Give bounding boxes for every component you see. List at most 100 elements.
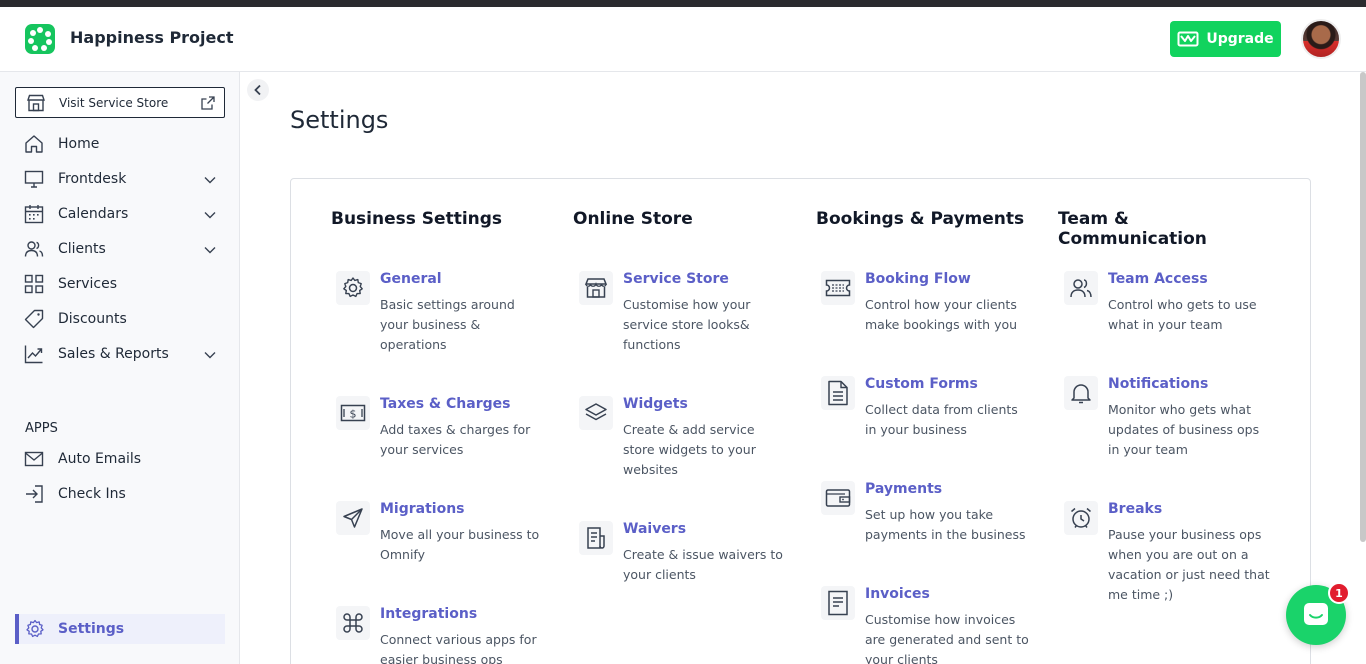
layers-icon [579,396,613,430]
tag-icon [24,309,44,329]
settings-item-title[interactable]: Migrations [380,501,465,517]
sidebar: Visit Service Store Home Frontdesk Calen… [0,72,240,664]
store-icon [27,94,45,112]
settings-item-description: Move all your business to Omnify [380,527,540,562]
settings-item-description: Connect various apps for easier business… [380,632,537,664]
app-title: Happiness Project [70,28,234,47]
settings-item-description: Control how your clients make bookings w… [865,297,1018,332]
mail-icon [24,451,44,467]
settings-item-description: Create & issue waivers to your clients [623,547,783,582]
ticket-icon [821,271,855,305]
settings-item-widgets[interactable]: Widgets Create & add service store widge… [579,396,799,486]
settings-item-general[interactable]: General Basic settings around your busin… [336,271,556,361]
sidebar-item-clients[interactable]: Clients [0,234,240,264]
settings-item-booking-flow[interactable]: Booking Flow Control how your clients ma… [821,271,1041,341]
gear-icon [336,271,370,305]
settings-item-waivers[interactable]: Waivers Create & issue waivers to your c… [579,521,799,591]
money-icon: $ [336,396,370,430]
document-icon [579,521,613,555]
command-icon [336,606,370,640]
gear-icon [26,619,44,638]
sidebar-item-label: Sales & Reports [58,346,169,362]
chevron-down-icon[interactable] [203,208,217,222]
sidebar-item-label: Settings [58,621,125,637]
users-icon [24,241,44,257]
collapse-sidebar-button[interactable] [247,79,269,101]
invoice-icon [821,586,855,620]
settings-item-title[interactable]: Service Store [623,271,729,287]
settings-item-description: Collect data from clients in your busine… [865,402,1018,437]
chart-icon [24,345,43,364]
chevron-down-icon[interactable] [203,243,217,257]
sidebar-item-discounts[interactable]: Discounts [0,304,240,334]
sidebar-item-label: Auto Emails [58,451,142,467]
settings-item-team-access[interactable]: Team Access Control who gets to use what… [1064,271,1284,341]
sidebar-item-auto-emails[interactable]: Auto Emails [0,444,240,474]
settings-card: Business Settings General Basic settings… [290,178,1311,664]
settings-item-title[interactable]: Taxes & Charges [380,396,510,412]
sidebar-item-label: Clients [58,241,106,257]
sidebar-item-home[interactable]: Home [0,129,240,159]
home-icon [25,135,43,153]
team-icon [1064,271,1098,305]
apps-section-label: APPS [25,421,58,436]
settings-item-taxes-charges[interactable]: $ Taxes & Charges Add taxes & charges fo… [336,396,556,466]
settings-item-title[interactable]: Breaks [1108,501,1162,517]
sidebar-item-label: Home [58,136,100,152]
settings-item-payments[interactable]: Payments Set up how you take payments in… [821,481,1041,551]
svg-text:$: $ [350,408,357,421]
visit-service-store-label: Visit Service Store [59,96,169,110]
settings-item-title[interactable]: Custom Forms [865,376,978,392]
settings-item-migrations[interactable]: Migrations Move all your business to Omn… [336,501,556,571]
sidebar-item-check-ins[interactable]: Check Ins [0,479,240,509]
settings-item-service-store[interactable]: Service Store Customise how your service… [579,271,799,361]
column-title-bookings-payments: Bookings & Payments [816,209,1025,229]
bell-icon [1064,376,1098,410]
sidebar-item-sales-reports[interactable]: Sales & Reports [0,339,240,369]
sidebar-item-calendars[interactable]: Calendars [0,199,240,229]
settings-item-description: Control who gets to use what in your tea… [1108,297,1257,332]
app-header: Happiness Project Upgrade [0,7,1366,72]
visit-service-store-button[interactable]: Visit Service Store [15,87,225,118]
chevron-down-icon[interactable] [203,173,217,187]
settings-item-title[interactable]: Integrations [380,606,477,622]
send-icon [336,501,370,535]
settings-item-description: Create & add service store widgets to yo… [623,422,756,477]
column-title-online-store: Online Store [573,209,693,229]
settings-item-description: Basic settings around your business & op… [380,297,515,352]
settings-item-title[interactable]: Notifications [1108,376,1208,392]
external-link-icon [201,96,215,110]
settings-item-title[interactable]: General [380,271,442,287]
login-icon [26,485,43,503]
settings-item-description: Monitor who gets what updates of busines… [1108,402,1260,457]
sidebar-item-frontdesk[interactable]: Frontdesk [0,164,240,194]
grid-icon [24,274,44,294]
column-title-business-settings: Business Settings [331,209,503,229]
sidebar-item-label: Check Ins [58,486,126,502]
sidebar-item-services[interactable]: Services [0,269,240,299]
settings-item-title[interactable]: Invoices [865,586,930,602]
settings-item-integrations[interactable]: Integrations Connect various apps for ea… [336,606,556,664]
settings-item-title[interactable]: Team Access [1108,271,1208,287]
settings-item-invoices[interactable]: Invoices Customise how invoices are gene… [821,586,1041,664]
page-scrollbar[interactable] [1360,72,1366,542]
settings-item-notifications[interactable]: Notifications Monitor who gets what upda… [1064,376,1284,466]
chat-icon [1304,603,1328,625]
column-title-team-communication: Team & Communication [1058,209,1207,249]
chevron-down-icon[interactable] [203,348,217,362]
crown-icon [1177,31,1199,47]
settings-item-title[interactable]: Widgets [623,396,688,412]
settings-item-title[interactable]: Booking Flow [865,271,971,287]
settings-item-title[interactable]: Waivers [623,521,686,537]
settings-item-breaks[interactable]: Breaks Pause your business ops when you … [1064,501,1284,611]
sidebar-item-label: Calendars [58,206,129,222]
settings-item-description: Customise how invoices are generated and… [865,612,1029,664]
sidebar-item-label: Services [58,276,118,292]
settings-item-description: Add taxes & charges for your services [380,422,531,457]
sidebar-item-settings[interactable]: Settings [15,614,225,644]
avatar[interactable] [1301,19,1341,59]
app-logo-icon[interactable] [25,24,55,54]
settings-item-custom-forms[interactable]: Custom Forms Collect data from clients i… [821,376,1041,446]
upgrade-button[interactable]: Upgrade [1170,21,1281,57]
settings-item-title[interactable]: Payments [865,481,942,497]
